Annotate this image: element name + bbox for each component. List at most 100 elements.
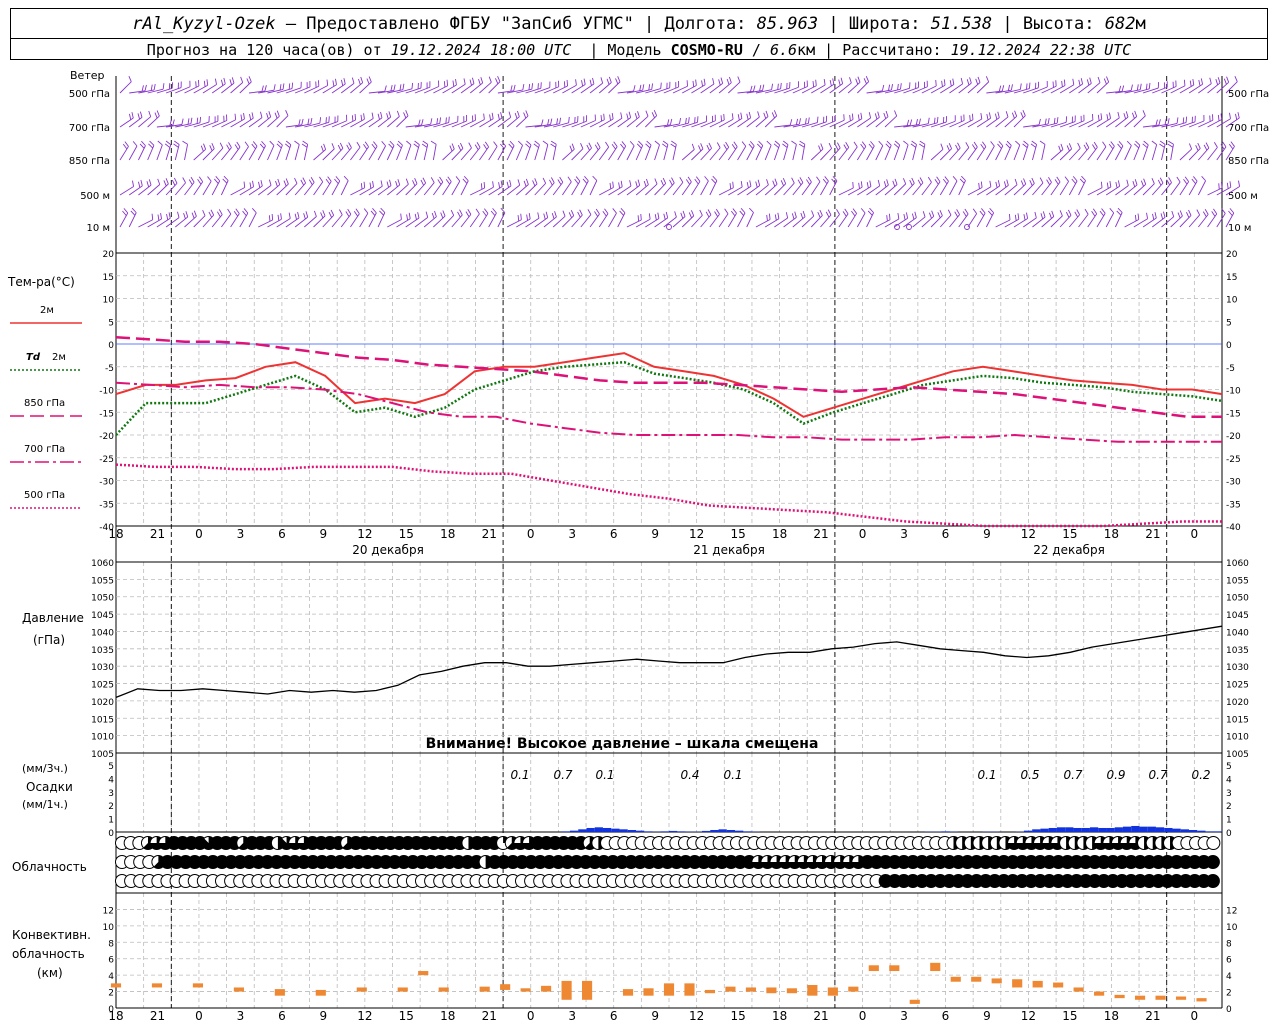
wind-barb-staff [709,180,718,196]
wind-barb-flag [1159,143,1165,148]
wind-barb-flag [824,176,829,182]
wind-barb-flag [381,141,386,147]
conv-cloud-bar [786,988,797,994]
wind-barb [949,142,961,161]
legend-label: 500 гПа [24,490,65,501]
wind-barb-flag [514,112,518,119]
wind-barb [1170,176,1181,196]
wind-barb-flag [633,85,636,92]
wind-barb-staff [1059,181,1069,196]
wind-barb-flag [1176,176,1181,183]
wind-barb-flag [995,181,998,188]
wind-barb-staff [598,213,609,228]
wind-barb [663,177,675,196]
wind-barb-flag [816,116,819,123]
wind-barb-staff [921,181,932,196]
wind-barb-flag [567,176,572,182]
wind-barb-flag [1164,118,1167,125]
precip-tick-right: 0 [1226,829,1232,839]
wind-barb-flag [1228,210,1233,216]
wind-barb-staff [718,187,734,196]
conv-tick-left: 4 [108,972,114,982]
wind-barb-flag [285,178,289,185]
wind-barb-flag [836,142,841,149]
wind-barb [1167,140,1174,161]
wind-barb [571,209,583,228]
precip-bar [627,829,636,832]
wind-barb [550,140,557,161]
wind-barb-flag [1202,211,1207,217]
wind-barb [1216,141,1227,161]
wind-barb [257,140,266,161]
wind-barb-flag [406,214,409,221]
time-tick-middle: 3 [900,527,908,541]
wind-barb-staff [193,121,210,128]
wind-barb-flag [669,179,673,186]
time-tick-bottom: 12 [689,1009,704,1023]
time-tick-middle: 9 [320,527,328,541]
wind-barb-staff [350,213,360,228]
time-tick-bottom: 6 [278,1009,286,1023]
conv-cloud-bar [1012,979,1023,988]
wind-barb-flag [547,119,550,126]
wind-barb-flag [1106,182,1109,189]
wind-barb-staff [184,181,195,196]
time-tick-bottom: 18 [440,1009,455,1023]
wind-barb-flag [1065,211,1070,218]
wind-barb [173,140,180,161]
wind-barb-flag [452,80,455,87]
wind-barb-staff [672,182,684,196]
wind-barb-flag [1167,143,1174,148]
wind-barb-flag [766,140,772,146]
conv-cloud-bar [274,989,285,996]
wind-barb [488,141,498,161]
wind-barb-flag [1205,142,1210,149]
wind-barb-flag [338,209,343,215]
wind-barb [1151,140,1158,161]
wind-barb-flag [827,209,832,216]
wind-barb-flag [611,113,614,120]
wind-barb-flag [268,111,272,118]
wind-barb-flag [434,210,437,217]
wind-barb-flag [489,114,492,121]
wind-barb [1096,141,1107,161]
wind-barb-flag [1135,140,1141,146]
pressure-tick-right: 1045 [1226,611,1249,621]
wind-barb-flag [129,113,132,120]
wind-barb-flag [371,112,374,119]
wind-barb-flag [537,212,540,219]
wind-barb-flag [130,210,136,216]
wind-barb [147,140,155,161]
wind-barb-flag [870,141,875,147]
time-tick-bottom: 0 [859,1009,867,1023]
wind-barb-flag [716,142,721,148]
wind-barb-staff [193,181,204,196]
wind-barb [433,176,444,196]
wind-barb [1059,209,1072,228]
wind-barb [1179,209,1192,228]
wind-barb-flag [1093,141,1098,148]
precip-bar [1139,826,1148,832]
conv-cloud-bar [663,983,675,996]
wind-barb-flag [706,144,710,151]
wind-barb-flag [964,208,969,215]
wind-barb-flag [989,207,994,214]
wind-barb [903,177,915,196]
wind-barb-flag [356,141,361,148]
conv-cloud-bar [541,985,552,992]
wind-barb-flag [1117,143,1122,149]
wind-barb-flag [740,112,743,119]
wind-barb-flag [799,177,804,183]
wind-barb [755,140,764,161]
wind-barb-flag [869,207,874,213]
wind-barb-flag [397,179,401,186]
wind-barb-flag [1006,179,1009,186]
wind-barb-flag [942,178,948,185]
wind-barb-flag [1160,213,1164,220]
wind-barb-flag [931,210,935,217]
wind-barb-flag [849,114,851,121]
wind-barb-flag [302,177,307,184]
wind-barb-flag [701,80,704,87]
precip-bar [1106,827,1115,832]
wind-barb-flag [551,212,555,219]
